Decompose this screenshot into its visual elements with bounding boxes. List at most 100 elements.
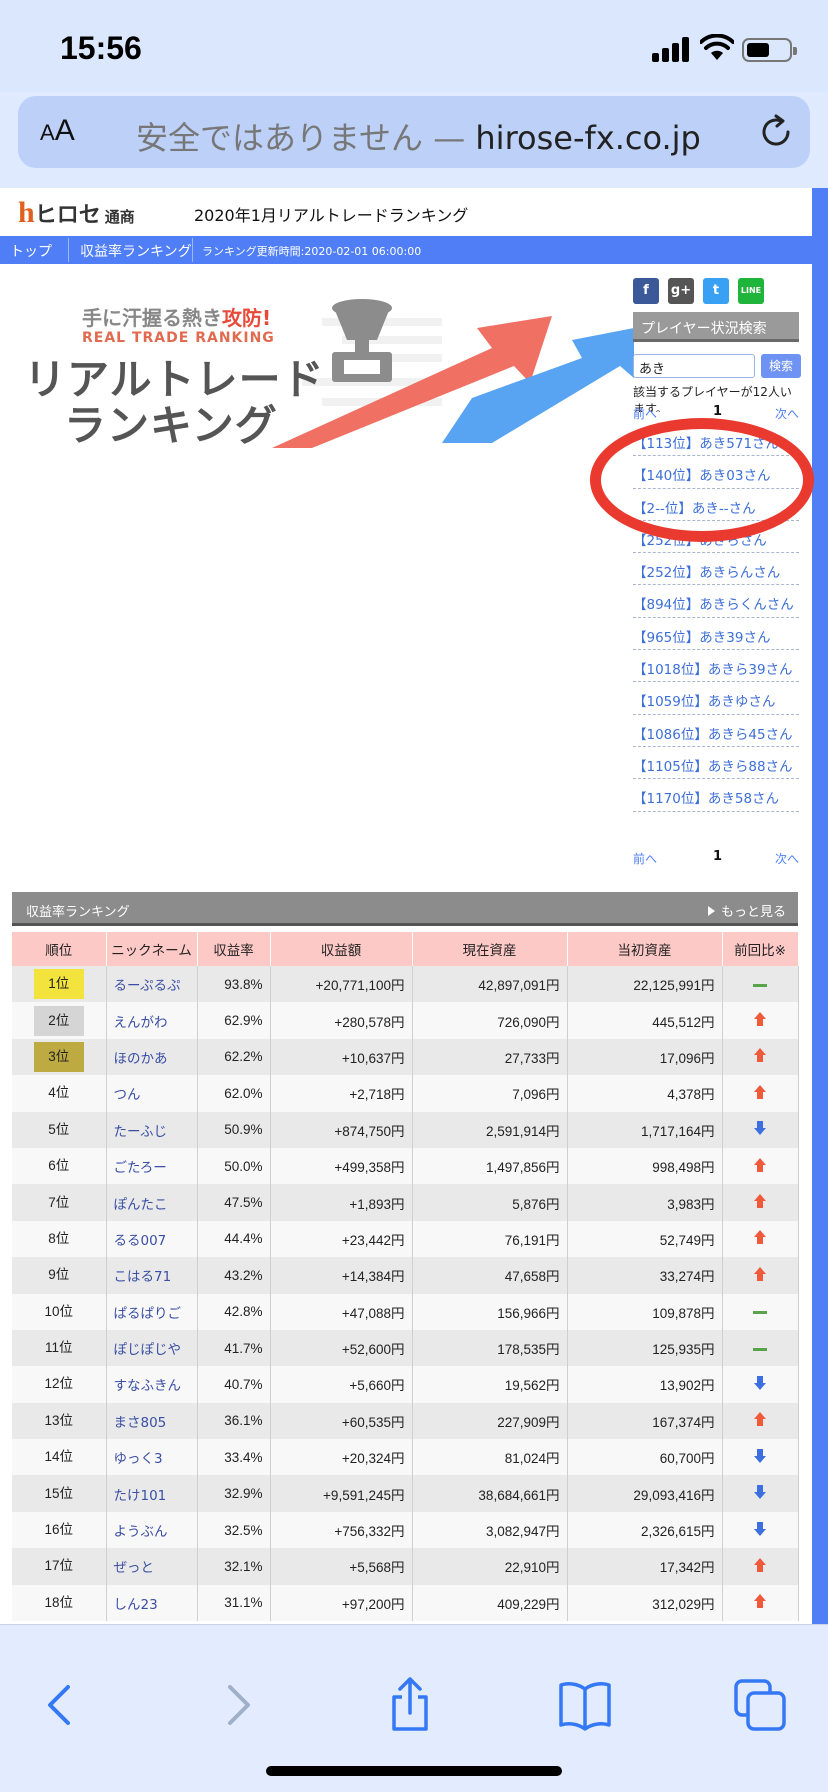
nickname-cell[interactable]: つん (106, 1075, 198, 1112)
change-cell (722, 1402, 799, 1440)
table-row: 15位 たけ101 32.9% +9,591,245円 38,684,661円 29,09… (12, 1475, 799, 1512)
bookmarks-icon[interactable] (555, 1675, 615, 1735)
google-plus-icon[interactable]: g+ (668, 278, 694, 304)
rank-cell: 13位 (12, 1402, 107, 1440)
profit-cell: +756,332円 (270, 1511, 413, 1549)
ranking-banner: 手に汗握る熱き攻防! REAL TRADE RANKING リアルトレード ラン… (22, 288, 634, 463)
dash-icon (753, 983, 767, 987)
col-rank[interactable]: 順位 (12, 932, 107, 966)
nickname-cell[interactable]: すなふきん (106, 1366, 198, 1403)
col-initial-assets[interactable]: 当初資産 (567, 932, 723, 966)
nickname-cell[interactable]: ぱるぱりご (106, 1293, 198, 1330)
nickname-cell[interactable]: えんがわ (106, 1002, 198, 1039)
reload-icon[interactable] (756, 112, 796, 152)
initial-assets-cell: 445,512円 (567, 1002, 723, 1039)
initial-assets-cell: 998,498円 (567, 1147, 723, 1185)
player-result-item[interactable]: 【252位】あきらんさん (633, 553, 799, 586)
nickname-cell[interactable]: ごたろー (106, 1147, 198, 1185)
current-assets-cell: 2,591,914円 (412, 1111, 568, 1148)
pager-next-link[interactable]: 次へ (775, 405, 799, 422)
rate-cell: 36.1% (197, 1402, 271, 1440)
share-icon[interactable] (380, 1675, 440, 1735)
current-assets-cell: 726,090円 (412, 1002, 568, 1039)
nickname-cell[interactable]: ぽんたこ (106, 1184, 198, 1221)
rank-cell: 4位 (12, 1075, 107, 1112)
rate-cell: 41.7% (197, 1329, 271, 1367)
highlight-circle-annotation (590, 418, 814, 542)
profit-cell: +2,718円 (270, 1075, 413, 1112)
nav-ranking-link[interactable]: 収益率ランキング (80, 241, 192, 261)
facebook-icon[interactable]: f (633, 278, 659, 304)
nickname-cell[interactable]: こはる71 (106, 1257, 198, 1294)
initial-assets-cell: 33,274円 (567, 1257, 723, 1294)
initial-assets-cell: 125,935円 (567, 1329, 723, 1367)
see-more-link[interactable]: もっと見る (707, 901, 786, 920)
arrow-down-icon (753, 1485, 767, 1500)
address-bar[interactable]: AA 安全ではありません — hirose-fx.co.jp (18, 96, 810, 168)
player-result-item[interactable]: 【1105位】あきら88さん (633, 747, 799, 780)
nickname-cell[interactable]: しん23 (106, 1584, 198, 1622)
back-icon[interactable] (32, 1675, 92, 1735)
nav-top-link[interactable]: トップ (10, 241, 52, 261)
nickname-cell[interactable]: まさ805 (106, 1402, 198, 1440)
rank-cell: 10位 (12, 1293, 107, 1330)
table-row: 3位 ほのかあ 62.2% +10,637円 27,733円 17,096円 (12, 1038, 799, 1076)
nickname-cell[interactable]: ぽじぽじや (106, 1329, 198, 1367)
nickname-cell[interactable]: るる007 (106, 1220, 198, 1258)
col-profit[interactable]: 収益額 (270, 932, 413, 966)
reader-settings-button[interactable]: AA (40, 114, 75, 148)
rank-badge: 1位 (33, 969, 84, 1000)
pager-prev-link[interactable]: 前へ (633, 850, 657, 867)
rate-cell: 62.2% (197, 1038, 271, 1076)
player-result-item[interactable]: 【894位】あきらくんさん (633, 585, 799, 618)
rank-badge: 10位 (44, 1303, 74, 1319)
site-logo[interactable]: hヒロセ 通商 (18, 196, 135, 230)
line-icon[interactable]: LINE (738, 278, 764, 304)
url-text[interactable]: 安全ではありません — hirose-fx.co.jp (136, 113, 701, 159)
change-cell (722, 1366, 799, 1403)
rate-cell: 50.0% (197, 1147, 271, 1185)
table-row: 13位 まさ805 36.1% +60,535円 227,909円 167,374円 (12, 1402, 799, 1440)
rank-badge: 5位 (48, 1121, 70, 1137)
nickname-cell[interactable]: るーぷるぷ (106, 966, 198, 1003)
pager-next-link[interactable]: 次へ (775, 850, 799, 867)
nickname-cell[interactable]: たーふじ (106, 1111, 198, 1148)
forward-icon[interactable] (206, 1675, 266, 1735)
table-row: 9位 こはる71 43.2% +14,384円 47,658円 33,274円 (12, 1257, 799, 1294)
change-cell (722, 1475, 799, 1512)
nickname-cell[interactable]: たけ101 (106, 1475, 198, 1512)
player-result-item[interactable]: 【965位】あき39さん (633, 618, 799, 651)
initial-assets-cell: 4,378円 (567, 1075, 723, 1112)
tabs-icon[interactable] (730, 1675, 790, 1735)
player-result-item[interactable]: 【1018位】あきら39さん (633, 650, 799, 683)
rank-cell: 2位 (12, 1002, 107, 1039)
rank-cell: 15位 (12, 1475, 107, 1512)
col-nickname[interactable]: ニックネーム (106, 932, 198, 966)
nickname-cell[interactable]: ようぶん (106, 1511, 198, 1549)
col-rate[interactable]: 収益率 (197, 932, 271, 966)
rate-cell: 43.2% (197, 1257, 271, 1294)
player-search-input[interactable]: あき (633, 354, 755, 378)
change-cell (722, 1584, 799, 1622)
nickname-cell[interactable]: ゆっく3 (106, 1439, 198, 1476)
twitter-icon[interactable]: t (703, 278, 729, 304)
initial-assets-cell: 167,374円 (567, 1402, 723, 1440)
ranking-rows: 1位 るーぷるぷ 93.8% +20,771,100円 42,897,091円 22,12… (12, 966, 799, 1622)
web-page: hヒロセ 通商 2020年1月リアルトレードランキング トップ 収益率ランキング … (0, 188, 828, 1624)
rank-badge: 15位 (44, 1485, 74, 1501)
search-button[interactable]: 検索 (761, 354, 801, 378)
col-current-assets[interactable]: 現在資産 (412, 932, 568, 966)
initial-assets-cell: 17,342円 (567, 1548, 723, 1585)
current-assets-cell: 19,562円 (412, 1366, 568, 1403)
nickname-cell[interactable]: ぜっと (106, 1548, 198, 1585)
player-result-item[interactable]: 【1059位】あきゆさん (633, 682, 799, 715)
player-result-item[interactable]: 【1086位】あきら45さん (633, 715, 799, 747)
pager-current-page: 1 (713, 849, 723, 864)
rank-badge: 16位 (44, 1522, 74, 1538)
nickname-cell[interactable]: ほのかあ (106, 1038, 198, 1076)
col-change[interactable]: 前回比※ (722, 932, 799, 966)
page-side-stripe (812, 188, 828, 1624)
player-result-item[interactable]: 【1170位】あき58さん (633, 779, 799, 812)
pager-prev-link[interactable]: 前へ (633, 405, 657, 422)
rank-badge: 3位 (33, 1041, 84, 1072)
